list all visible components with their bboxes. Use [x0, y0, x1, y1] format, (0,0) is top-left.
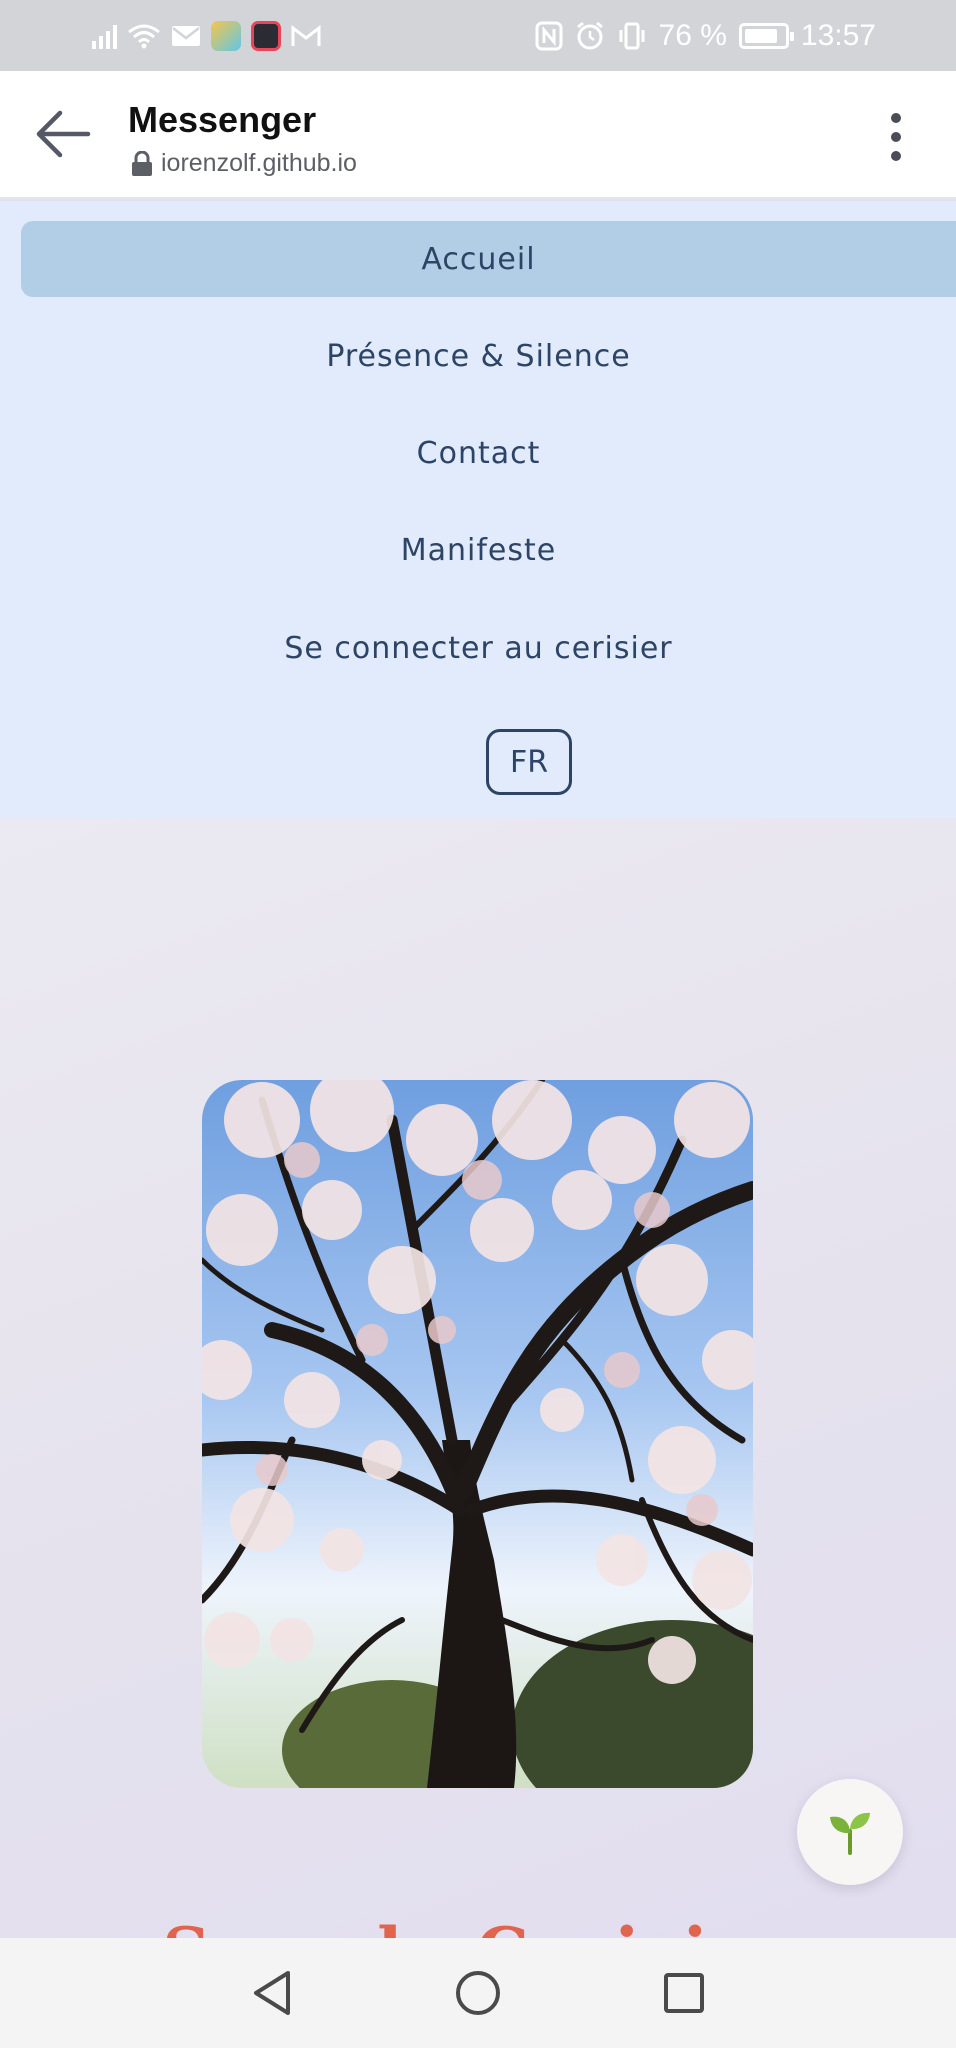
status-icons-right: 76 % 13:57 [535, 19, 876, 53]
status-bar: 76 % 13:57 [0, 0, 956, 71]
system-back-button[interactable] [244, 1965, 300, 2021]
language-toggle-button[interactable]: FR [486, 729, 572, 795]
nav-item-cerisier-login[interactable]: Se connecter au cerisier [21, 610, 956, 686]
nfc-icon [535, 21, 563, 50]
battery-percent: 76 % [658, 18, 727, 52]
alarm-icon [576, 21, 603, 49]
status-icons-left [92, 20, 321, 51]
system-home-button[interactable] [450, 1965, 506, 2021]
clock: 13:57 [800, 18, 876, 52]
battery-icon [738, 22, 794, 49]
circle-home-icon [456, 1971, 500, 2015]
photos-app-icon [211, 20, 241, 51]
url-text: iorenzolf.github.io [161, 149, 357, 177]
signal-icon [92, 23, 117, 49]
vibrate-icon [619, 22, 645, 49]
wifi-icon [128, 24, 160, 48]
arrow-left-icon [36, 110, 91, 158]
site-nav-menu: Accueil Présence & Silence Contact Manif… [0, 201, 956, 818]
system-recents-button[interactable] [656, 1965, 712, 2021]
browser-header: Messenger iorenzolf.github.io [0, 71, 956, 199]
nav-item-manifeste[interactable]: Manifeste [21, 512, 956, 588]
more-vertical-icon[interactable] [876, 107, 916, 167]
gmail-icon [291, 24, 321, 46]
page-title: Messenger [128, 99, 317, 140]
cherry-tree-photo [202, 1080, 753, 1788]
nav-item-presence-silence[interactable]: Présence & Silence [21, 318, 956, 394]
camera-app-icon [251, 20, 281, 51]
lock-icon [132, 150, 152, 176]
back-button[interactable] [30, 101, 96, 167]
square-recents-icon [664, 1973, 704, 2013]
system-nav-bar [0, 1938, 956, 2048]
sprout-fab-button[interactable] [797, 1779, 903, 1885]
nav-item-accueil[interactable]: Accueil [21, 221, 956, 297]
nav-item-contact[interactable]: Contact [21, 415, 956, 491]
sprout-icon [830, 1812, 870, 1855]
mail-icon [172, 25, 200, 46]
triangle-back-icon [254, 1971, 290, 2015]
url-row[interactable]: iorenzolf.github.io [131, 149, 357, 178]
